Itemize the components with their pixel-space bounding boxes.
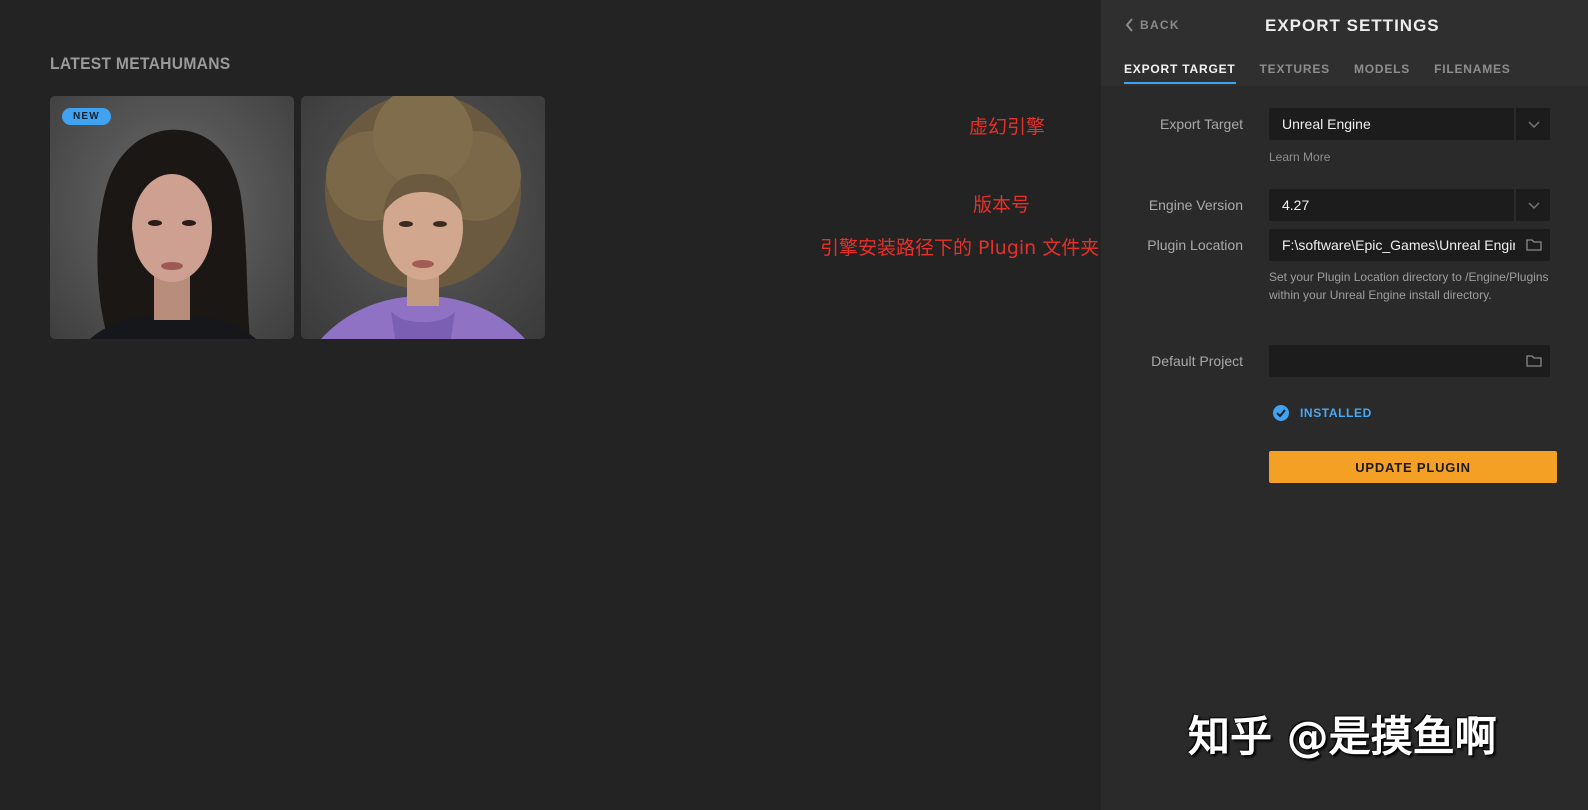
tab-filenames[interactable]: FILENAMES (1434, 62, 1511, 84)
metahuman-portrait (90, 129, 256, 339)
export-target-label: Export Target (1159, 116, 1243, 132)
chevron-left-icon (1125, 18, 1133, 32)
panel-header: BACK EXPORT SETTINGS EXPORT TARGET TEXTU… (1101, 0, 1588, 86)
export-target-dropdown[interactable]: Unreal Engine (1269, 108, 1550, 140)
chevron-down-icon (1528, 121, 1540, 129)
plugin-location-help: Set your Plugin Location directory to /E… (1269, 270, 1549, 302)
section-title: LATEST METAHUMANS (50, 54, 231, 73)
field-divider (1514, 108, 1516, 140)
tab-models[interactable]: MODELS (1354, 62, 1410, 84)
status-label: INSTALLED (1300, 406, 1372, 420)
folder-icon[interactable] (1525, 353, 1543, 369)
app-root: LATEST METAHUMANS NEW 虚幻引擎 版本号 引擎安装路径下的 … (0, 0, 1588, 810)
panel-title: EXPORT SETTINGS (1265, 16, 1440, 35)
plugin-status: INSTALLED (1272, 404, 1372, 422)
tab-export-target[interactable]: EXPORT TARGET (1124, 62, 1236, 84)
field-divider (1514, 189, 1516, 221)
metahuman-card[interactable]: NEW (50, 96, 294, 339)
default-project-input[interactable] (1269, 345, 1550, 377)
annotation-engine-version: 版本号 (973, 194, 1031, 216)
engine-version-dropdown[interactable]: 4.27 (1269, 189, 1550, 221)
back-button[interactable]: BACK (1125, 18, 1180, 32)
watermark: 知乎 @是摸鱼啊 (1188, 712, 1497, 761)
chevron-down-icon (1528, 202, 1540, 210)
update-plugin-button[interactable]: UPDATE PLUGIN (1269, 451, 1557, 483)
export-target-value: Unreal Engine (1282, 116, 1371, 132)
annotation-plugin-location: 引擎安装路径下的 Plugin 文件夹 (820, 237, 1100, 259)
settings-tabs: EXPORT TARGET TEXTURES MODELS FILENAMES (1124, 62, 1511, 84)
folder-icon[interactable] (1525, 237, 1543, 253)
back-label: BACK (1140, 18, 1180, 32)
tab-textures[interactable]: TEXTURES (1260, 62, 1330, 84)
plugin-location-label: Plugin Location (1147, 237, 1243, 253)
metahuman-card[interactable] (301, 96, 545, 339)
plugin-location-value: F:\software\Epic_Games\Unreal Engine (1282, 237, 1515, 253)
default-project-label: Default Project (1151, 353, 1243, 369)
engine-version-value: 4.27 (1282, 197, 1310, 213)
learn-more-link[interactable]: Learn More (1269, 150, 1330, 164)
engine-version-label: Engine Version (1148, 197, 1243, 213)
metahuman-portrait (321, 96, 525, 339)
export-settings-panel: BACK EXPORT SETTINGS EXPORT TARGET TEXTU… (1101, 0, 1588, 810)
plugin-location-input[interactable]: F:\software\Epic_Games\Unreal Engine (1269, 229, 1550, 261)
new-badge: NEW (62, 108, 111, 125)
annotation-export-target: 虚幻引擎 (969, 116, 1046, 138)
check-circle-icon (1273, 405, 1289, 421)
